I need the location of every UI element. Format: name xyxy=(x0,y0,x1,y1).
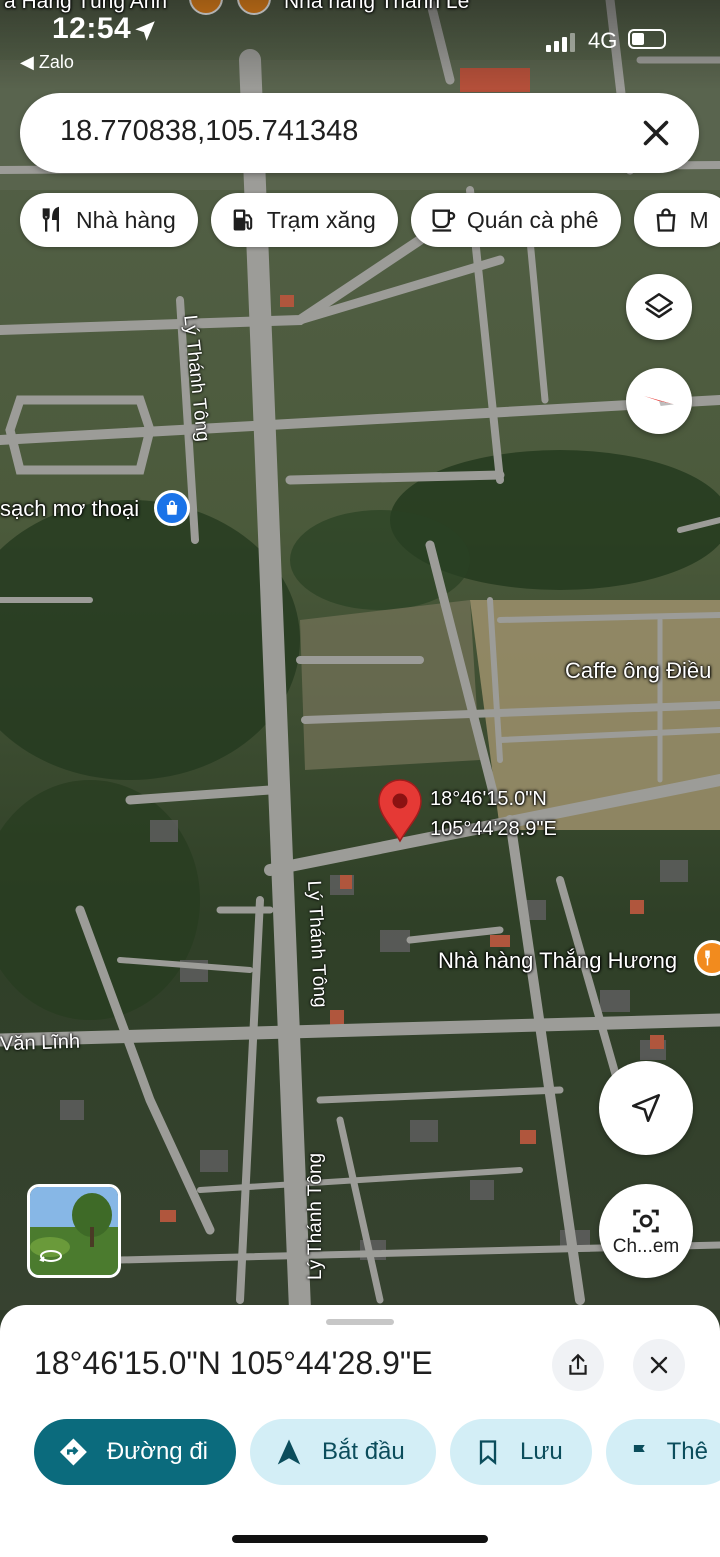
chip-gas-stations[interactable]: Trạm xăng xyxy=(210,193,398,247)
shopping-bag-icon xyxy=(656,208,675,232)
navigation-arrow-icon xyxy=(631,1093,661,1123)
layers-button[interactable] xyxy=(626,274,692,340)
search-bar[interactable]: 18.770838,105.741348 xyxy=(20,93,699,173)
directions-button[interactable]: Đường đi xyxy=(34,1419,236,1485)
share-button[interactable] xyxy=(552,1339,604,1391)
home-indicator xyxy=(232,1535,488,1543)
close-button[interactable] xyxy=(633,1339,685,1391)
pin-longitude: 105°44'28.9"E xyxy=(430,818,557,840)
shopping-bag-icon xyxy=(166,500,178,515)
battery-icon xyxy=(628,29,666,49)
search-query[interactable]: 18.770838,105.741348 xyxy=(60,115,358,148)
share-icon xyxy=(569,1353,587,1375)
map-label-restaurant[interactable]: Nhà hàng Thắng Hương xyxy=(438,948,677,974)
close-icon[interactable] xyxy=(638,115,674,151)
fork-knife-icon xyxy=(705,950,710,966)
chip-coffee[interactable]: Quán cà phê xyxy=(410,193,621,247)
place-title: 18°46'15.0"N 105°44'28.9"E xyxy=(34,1345,433,1381)
back-to-app-link[interactable]: ◀ Zalo xyxy=(20,52,74,73)
close-icon xyxy=(650,1356,668,1374)
compass-button[interactable] xyxy=(626,368,692,434)
back-app-label: Zalo xyxy=(38,52,74,72)
save-button[interactable]: Lưu xyxy=(450,1419,592,1485)
road-label: Văn Lĩnh xyxy=(0,1030,81,1056)
lens-button[interactable]: Ch...em xyxy=(599,1184,693,1278)
save-label: Lưu xyxy=(520,1438,563,1465)
add-label-button[interactable]: Thê xyxy=(606,1419,720,1485)
start-label: Bắt đầu xyxy=(322,1438,405,1465)
navigation-arrow-icon xyxy=(277,1439,301,1465)
camera-icon xyxy=(633,1209,659,1233)
chip-label: M xyxy=(689,206,709,233)
status-time: 12:54 xyxy=(52,12,132,45)
chip-label: Nhà hàng xyxy=(76,206,176,233)
directions-label: Đường đi xyxy=(106,1438,208,1465)
action-buttons: Đường đi Bắt đầu Lưu Thê xyxy=(34,1419,720,1485)
directions-icon xyxy=(59,1438,87,1466)
chip-label: Trạm xăng xyxy=(266,206,376,233)
pin-latitude: 18°46'15.0"N xyxy=(430,788,547,810)
compass-icon xyxy=(644,396,674,406)
shop-poi-marker[interactable] xyxy=(154,490,190,526)
coffee-icon xyxy=(432,209,456,232)
location-pin-icon[interactable] xyxy=(377,779,423,843)
drag-handle[interactable] xyxy=(326,1319,394,1325)
map-label-cafe[interactable]: Caffe ông Điều xyxy=(565,658,711,684)
add-label-label: Thê xyxy=(666,1438,708,1465)
gas-pump-icon xyxy=(233,209,252,231)
map-label-shop[interactable]: sạch mơ thoại xyxy=(0,496,139,522)
category-chips: Nhà hàng Trạm xăng Quán cà phê M xyxy=(20,193,720,247)
fork-knife-icon xyxy=(42,206,59,232)
lens-label: Ch...em xyxy=(612,1236,680,1257)
location-arrow-icon xyxy=(135,21,155,41)
chip-shopping[interactable]: M xyxy=(633,193,720,247)
layers-icon xyxy=(644,292,674,319)
rotate-360-icon xyxy=(39,1250,62,1262)
road-label: Lý Thánh Tông xyxy=(305,1152,326,1280)
status-bar: 12:54 ◀ Zalo 4G xyxy=(0,0,720,80)
bookmark-icon xyxy=(479,1440,497,1465)
network-type: 4G xyxy=(588,28,618,53)
signal-icon xyxy=(546,33,575,52)
chip-label: Quán cà phê xyxy=(466,206,599,233)
street-view-thumbnail[interactable] xyxy=(27,1184,121,1278)
flag-icon xyxy=(633,1445,645,1460)
place-sheet[interactable]: 18°46'15.0"N 105°44'28.9"E Đường đi Bắt … xyxy=(0,1305,720,1557)
chip-restaurants[interactable]: Nhà hàng xyxy=(20,193,198,247)
my-location-button[interactable] xyxy=(599,1061,693,1155)
start-button[interactable]: Bắt đầu xyxy=(250,1419,436,1485)
